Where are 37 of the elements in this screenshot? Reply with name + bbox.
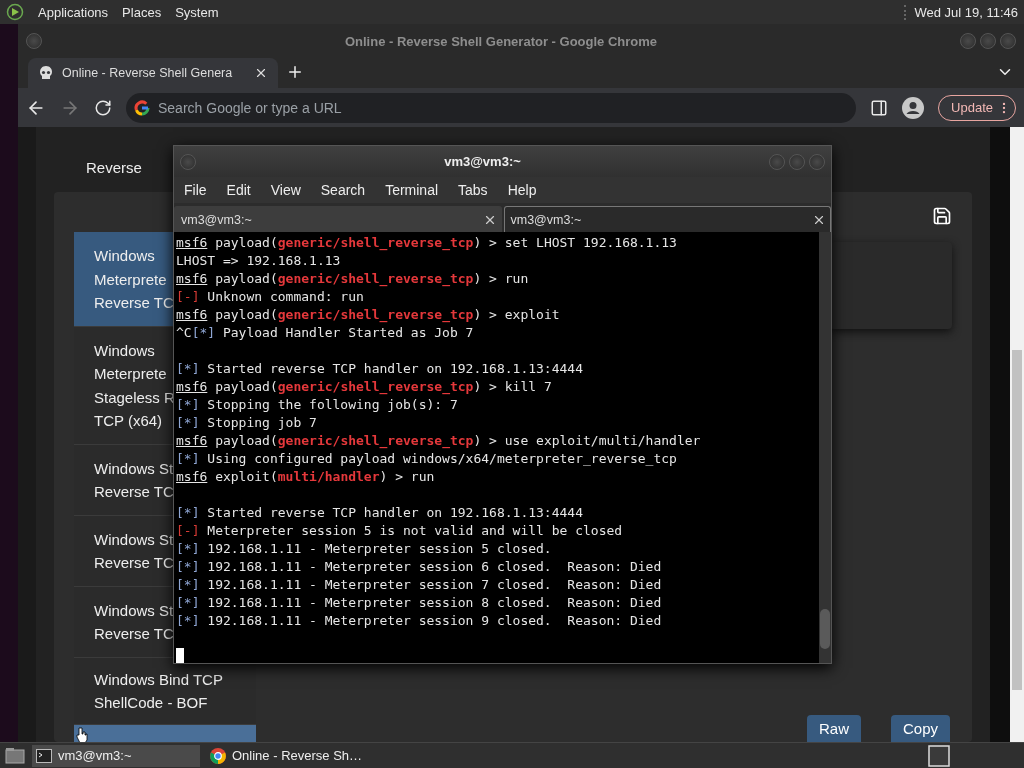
- clock[interactable]: Wed Jul 19, 11:46: [904, 4, 1018, 20]
- payload-item[interactable]: Windows Meterprete Reverse TC: [74, 232, 173, 327]
- panel-menu[interactable]: System: [175, 4, 219, 20]
- close-icon[interactable]: [254, 66, 268, 80]
- task-button[interactable]: vm3@vm3:~: [32, 744, 200, 767]
- panel-menu[interactable]: Applications: [38, 4, 109, 20]
- menu-item[interactable]: Edit: [220, 182, 257, 198]
- address-bar[interactable]: Search Google or type a URL: [126, 92, 857, 123]
- menu-item[interactable]: Terminal: [379, 182, 445, 198]
- terminal-icon: [36, 748, 52, 763]
- menu-item[interactable]: Tabs: [452, 182, 494, 198]
- action-button[interactable]: Copy: [890, 715, 950, 742]
- distro-logo-icon[interactable]: [6, 3, 24, 21]
- chrome-logo-icon: [210, 747, 226, 764]
- task-button[interactable]: Online - Reverse Sh…: [206, 744, 406, 767]
- menu-item[interactable]: View: [264, 182, 307, 198]
- menu-item[interactable]: Search: [314, 182, 372, 198]
- panel-menu[interactable]: Places: [122, 4, 162, 20]
- terminal-tab[interactable]: vm3@vm3:~: [503, 206, 831, 232]
- scrollbar[interactable]: [1010, 127, 1024, 742]
- window-title: Online - Reverse Shell Generator - Google Chrome: [343, 33, 659, 49]
- g-logo-icon: [134, 99, 150, 116]
- menu-item[interactable]: File: [178, 182, 213, 198]
- menu-item[interactable]: Help: [501, 182, 543, 198]
- scrollbar[interactable]: [819, 232, 831, 663]
- action-button[interactable]: Raw: [806, 715, 861, 742]
- section-tab[interactable]: Reverse: [54, 149, 174, 192]
- browser-tab[interactable]: Online - Reverse Shell Genera: [28, 58, 278, 88]
- window-title: vm3@vm3:~: [443, 154, 522, 169]
- avatar-icon[interactable]: [902, 96, 925, 119]
- reload-icon[interactable]: [94, 98, 112, 117]
- terminal-tab[interactable]: vm3@vm3:~: [174, 206, 502, 232]
- side-panel-icon[interactable]: [870, 98, 889, 117]
- skull-icon: [38, 65, 54, 81]
- hand-cursor-icon: [76, 726, 88, 742]
- text-cursor: [176, 648, 184, 663]
- workspace-icon[interactable]: [928, 744, 950, 767]
